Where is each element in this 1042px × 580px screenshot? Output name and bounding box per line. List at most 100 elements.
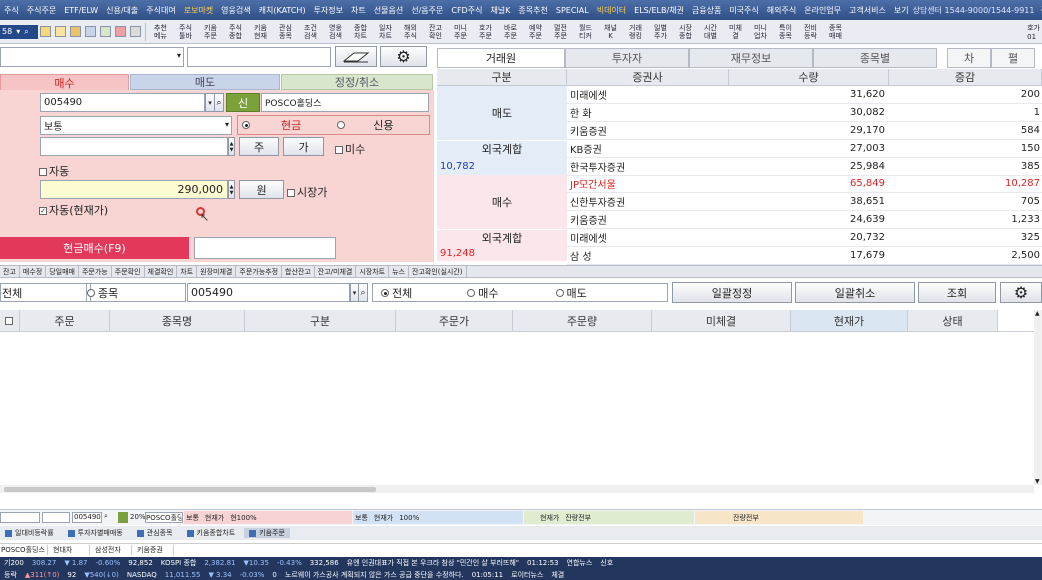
filter-code-input[interactable]: 005490: [187, 283, 350, 302]
pencil-icon[interactable]: [55, 26, 66, 37]
toolbar-button[interactable]: 미니 업차: [748, 24, 773, 40]
quick-code-field[interactable]: 005490: [72, 512, 102, 523]
tab-financial[interactable]: 재무정보: [689, 48, 813, 68]
menu-item[interactable]: ETF/ELW: [60, 6, 102, 15]
broker-firm[interactable]: JP모간서울: [567, 175, 729, 193]
window-icon[interactable]: [115, 26, 126, 37]
toolbar-button[interactable]: 조건 검색: [298, 24, 323, 40]
tab-button-pyeol[interactable]: 펼: [991, 48, 1035, 68]
menu-item[interactable]: 고객서비스: [845, 5, 890, 16]
won-button[interactable]: 원: [239, 180, 284, 199]
stock-search-button[interactable]: ⌕: [214, 93, 224, 112]
screen-tab[interactable]: 매수정: [20, 266, 47, 277]
menu-item[interactable]: CFD주식: [447, 5, 486, 16]
window-task-item[interactable]: 투자자별매매동: [63, 528, 128, 538]
menu-item[interactable]: 영웅검색: [217, 5, 254, 16]
screen-tab[interactable]: 잔고: [0, 266, 20, 277]
quantity-input[interactable]: [40, 137, 228, 156]
broker-firm[interactable]: 미래에셋: [567, 86, 729, 104]
toolbar-button[interactable]: 미니 주문: [448, 24, 473, 40]
auto-checkbox[interactable]: 자동: [39, 163, 69, 179]
screen-tab[interactable]: 원장미체결: [197, 266, 237, 277]
grid-header-type[interactable]: 구분: [245, 310, 396, 332]
bulk-cancel-button[interactable]: 일괄취소: [795, 282, 915, 303]
grid-select-all[interactable]: [0, 310, 20, 332]
credit-label[interactable]: 신용: [373, 117, 393, 133]
broker-firm[interactable]: 키움증권: [567, 211, 729, 229]
memo-icon[interactable]: [40, 26, 51, 37]
window-task-item[interactable]: 키움주문: [244, 528, 290, 538]
tab-modify-cancel[interactable]: 정정/취소: [281, 74, 433, 90]
search-icon[interactable]: ⌕: [104, 512, 108, 521]
filter-all-radio[interactable]: 전체: [0, 283, 91, 302]
toolbar-button[interactable]: 종목 매매: [823, 24, 848, 40]
quick-modify-preset[interactable]: 현재가 잔량전부: [524, 511, 694, 524]
broker-firm[interactable]: 미래에셋: [567, 229, 729, 247]
tab-broker[interactable]: 거래원: [437, 48, 565, 68]
credit-radio[interactable]: [337, 121, 346, 129]
quick-buy-preset[interactable]: 보통 현재가 현100%: [184, 511, 352, 524]
toolbar-button[interactable]: 관심 종목: [273, 24, 298, 40]
quantity-stepper[interactable]: ▲ ▼: [228, 137, 235, 156]
screen-tab[interactable]: 잔고확인(실시간): [409, 266, 467, 277]
favorite-stock[interactable]: 현대차: [52, 545, 90, 555]
menu-item[interactable]: 로보마켓: [180, 5, 217, 16]
toolbar-button[interactable]: 시장 종합: [673, 24, 698, 40]
toolbar-button[interactable]: 거래 랭킹: [623, 24, 648, 40]
side-sell-radio[interactable]: [555, 288, 564, 297]
account-input[interactable]: ▾: [0, 47, 184, 67]
toolbar-button[interactable]: 주식 종합: [223, 24, 248, 40]
broker-firm[interactable]: 한국투자증권: [567, 158, 729, 176]
side-all-radio[interactable]: [381, 288, 389, 297]
broker-firm[interactable]: 신한투자증권: [567, 193, 729, 211]
quick-sell-preset[interactable]: 보통 현재가 100%: [353, 511, 523, 524]
password-input[interactable]: [187, 47, 331, 67]
screen-tab[interactable]: 시장차트: [356, 266, 390, 277]
price-stepper[interactable]: ▲ ▼: [228, 180, 235, 199]
tab-buy[interactable]: 매수: [0, 74, 129, 90]
grid-vertical-scrollbar[interactable]: ▲ ▼: [1034, 310, 1042, 485]
menu-item[interactable]: 투자정보: [310, 5, 347, 16]
screen-tab[interactable]: 합산잔고: [282, 266, 315, 277]
menu-item[interactable]: 선물옵션: [370, 5, 407, 16]
screen-tab[interactable]: 뉴스: [389, 266, 409, 277]
menu-item[interactable]: 빅데이터: [593, 5, 630, 16]
toolbar-button[interactable]: 영웅 검색: [323, 24, 348, 40]
eraser-button[interactable]: [335, 46, 377, 67]
menu-item[interactable]: 캐치(KATCH): [255, 5, 310, 16]
toolbar-button[interactable]: 전비 등락: [798, 24, 823, 40]
price-input[interactable]: 290,000: [40, 180, 228, 199]
toolbar-button[interactable]: 일자 차트: [373, 24, 398, 40]
lock-icon[interactable]: [70, 26, 81, 37]
broker-firm[interactable]: KB증권: [567, 140, 729, 158]
screen-tab[interactable]: 주문가능추정: [236, 266, 283, 277]
menu-item[interactable]: 주식주문: [23, 5, 60, 16]
toolbar-button[interactable]: 해외 주식: [398, 24, 423, 40]
menu-item[interactable]: ELS/ELB/채권: [630, 5, 688, 16]
side-all-label[interactable]: 전체: [392, 285, 412, 301]
gear-icon[interactable]: [130, 26, 141, 37]
broker-firm[interactable]: 삼 성: [567, 247, 729, 265]
screen-tab[interactable]: 체결확인: [145, 266, 178, 277]
side-buy-radio[interactable]: [467, 288, 476, 297]
cash-radio[interactable]: [242, 121, 250, 129]
favorite-stock[interactable]: 삼성전자: [94, 545, 132, 555]
screen-tab[interactable]: 잔고/미체결: [315, 266, 357, 277]
toolbar-button[interactable]: 채널 K: [598, 24, 623, 40]
menu-item[interactable]: 주식: [0, 5, 23, 16]
grid-header-current-price[interactable]: 현재가: [791, 310, 908, 332]
toolbar-button[interactable]: 종합 차트: [348, 24, 373, 40]
menu-item[interactable]: 신용/대출: [102, 5, 142, 16]
toolbar-button[interactable]: 예약 주문: [523, 24, 548, 40]
grid-header-status[interactable]: 상태: [908, 310, 998, 332]
menu-item[interactable]: 주식대여: [142, 5, 179, 16]
broker-firm[interactable]: 한 화: [567, 104, 729, 122]
query-button[interactable]: 조회: [918, 282, 996, 303]
stock-code-input[interactable]: 005490: [40, 93, 205, 112]
toolbar-button[interactable]: 시간 대별: [698, 24, 723, 40]
screen-tab[interactable]: 당일매매: [46, 266, 79, 277]
favorite-stock[interactable]: POSCO홀딩스: [0, 545, 48, 555]
quick-account-field[interactable]: [0, 512, 40, 523]
grid-settings-button[interactable]: ⚙: [1000, 282, 1042, 303]
check-icon[interactable]: [100, 26, 111, 37]
